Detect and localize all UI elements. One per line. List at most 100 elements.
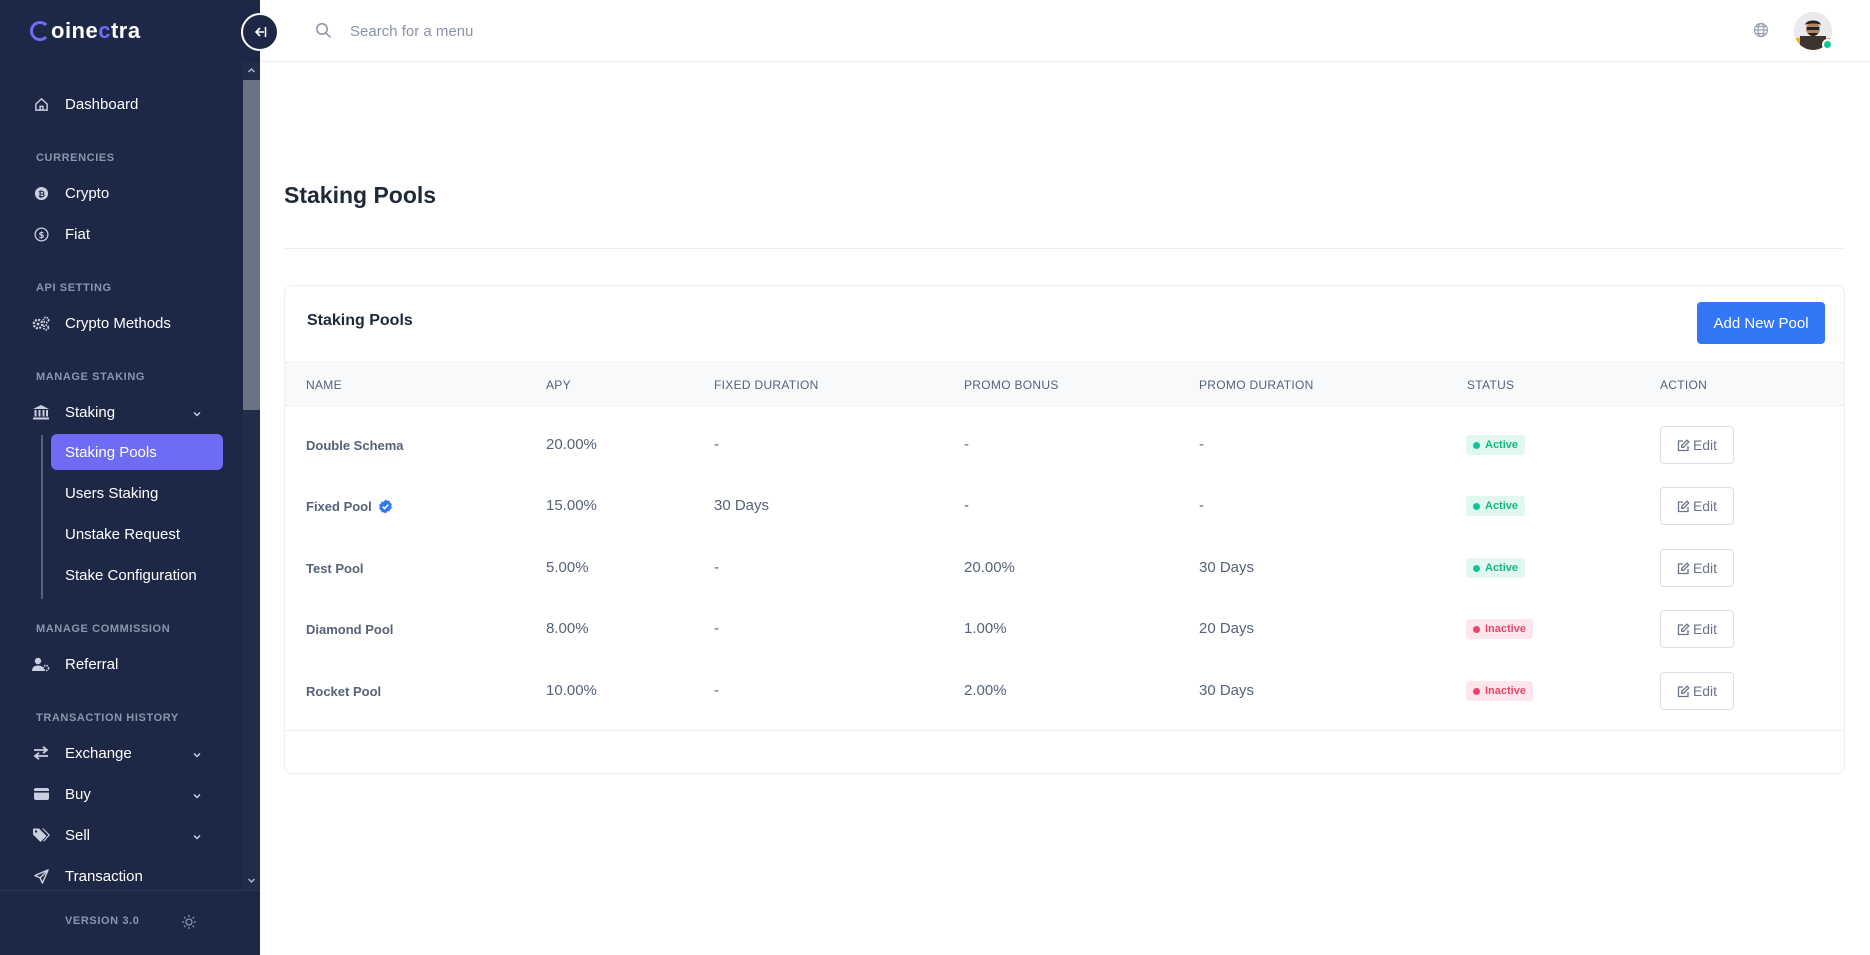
chevron-down-icon: [192, 829, 202, 846]
column-header-action: ACTION: [1660, 378, 1708, 392]
avatar[interactable]: [1794, 12, 1833, 50]
section-transaction-history: TRANSACTION HISTORY: [36, 712, 179, 724]
pool-promo-bonus: 2.00%: [964, 682, 1007, 699]
page-title: Staking Pools: [284, 182, 437, 208]
edit-label: Edit: [1692, 560, 1718, 576]
scroll-down-icon[interactable]: [247, 876, 256, 885]
chevron-down-icon: [192, 747, 202, 764]
edit-button[interactable]: Edit: [1660, 549, 1734, 587]
section-manage-staking: MANAGE STAKING: [36, 371, 146, 383]
edit-icon: [1677, 561, 1690, 574]
card-title: Staking Pools: [307, 312, 413, 329]
column-header-promo-duration: PROMO DURATION: [1199, 378, 1314, 392]
sidebar-item-fiat[interactable]: $ Fiat: [32, 216, 90, 252]
column-header-fixed-duration: FIXED DURATION: [714, 378, 819, 392]
brand-logo[interactable]: oine c tra: [30, 17, 141, 45]
sidebar-item-referral[interactable]: Referral: [32, 646, 118, 682]
sidebar-collapse-button[interactable]: [241, 13, 279, 51]
pool-name: Fixed Pool: [306, 499, 393, 514]
table-row: Fixed Pool 15.00% 30 Days - - Active Edi…: [285, 475, 1844, 537]
pool-fixed-duration: 30 Days: [714, 497, 770, 514]
sidebar-nav: Dashboard CURRENCIES ₿ Crypto $ Fiat API…: [0, 62, 260, 890]
table-row: Double Schema 20.00% - - - Active Edit: [285, 414, 1844, 476]
sidebar-item-buy[interactable]: Buy: [32, 776, 212, 812]
sidebar-item-sell[interactable]: Sell: [32, 817, 212, 853]
edit-button[interactable]: Edit: [1660, 426, 1734, 464]
section-currencies: CURRENCIES: [36, 152, 115, 164]
sidebar-item-label: Fiat: [65, 225, 91, 243]
status-text: Active: [1485, 562, 1519, 574]
logo-icon: [30, 21, 50, 41]
edit-label: Edit: [1692, 621, 1718, 637]
table-row: Test Pool 5.00% - 20.00% 30 Days Active …: [285, 537, 1844, 599]
pool-name: Diamond Pool: [306, 622, 393, 637]
online-status-dot: [1822, 39, 1833, 50]
edit-button[interactable]: Edit: [1660, 672, 1734, 710]
theme-toggle-sun-icon[interactable]: [181, 914, 197, 930]
submenu-rail: [41, 435, 43, 599]
add-new-pool-button[interactable]: Add New Pool: [1697, 302, 1825, 344]
sidebar-item-crypto-methods[interactable]: Crypto Methods: [32, 305, 171, 341]
sidebar-scrollbar[interactable]: [243, 62, 260, 890]
pool-apy: 15.00%: [546, 497, 597, 514]
verified-badge-icon: [378, 499, 392, 514]
pool-name: Test Pool: [306, 561, 364, 576]
pool-promo-duration: 30 Days: [1199, 559, 1255, 576]
sidebar-item-transaction[interactable]: Transaction: [32, 858, 143, 890]
sidebar-item-label: Buy: [65, 785, 91, 803]
brand-accent: c: [98, 18, 111, 43]
search-input[interactable]: [350, 17, 770, 45]
sidebar-item-crypto[interactable]: ₿ Crypto: [32, 175, 109, 211]
globe-icon[interactable]: [1753, 22, 1771, 40]
status-badge: Active: [1466, 558, 1526, 578]
pool-promo-bonus: 20.00%: [964, 559, 1015, 576]
edit-button[interactable]: Edit: [1660, 487, 1734, 525]
top-header: [260, 0, 1870, 62]
status-text: Inactive: [1485, 623, 1526, 635]
sidebar-item-exchange[interactable]: Exchange: [32, 735, 212, 771]
sidebar-subitem-staking-pools[interactable]: Staking Pools: [51, 434, 223, 470]
table-header: NAME APY FIXED DURATION PROMO BONUS PROM…: [285, 362, 1844, 406]
status-dot: [1473, 687, 1480, 695]
pool-apy: 5.00%: [546, 559, 589, 576]
status-dot: [1473, 564, 1480, 572]
status-badge: Inactive: [1466, 681, 1533, 701]
column-header-promo-bonus: PROMO BONUS: [964, 378, 1059, 392]
pool-promo-bonus: 1.00%: [964, 620, 1007, 637]
scroll-up-icon[interactable]: [247, 66, 256, 75]
pool-fixed-duration: -: [714, 620, 719, 637]
sidebar-subitem-users-staking[interactable]: Users Staking: [51, 475, 223, 511]
scrollbar-thumb[interactable]: [243, 80, 260, 410]
table-row: Diamond Pool 8.00% - 1.00% 20 Days Inact…: [285, 598, 1844, 660]
sidebar-subitem-unstake-request[interactable]: Unstake Request: [51, 516, 223, 552]
pool-apy: 8.00%: [546, 620, 589, 637]
pool-apy: 10.00%: [546, 682, 597, 699]
sidebar-subitem-stake-configuration[interactable]: Stake Configuration: [51, 557, 223, 593]
sidebar-item-dashboard[interactable]: Dashboard: [32, 86, 138, 122]
edit-button[interactable]: Edit: [1660, 610, 1734, 648]
staking-pools-card: Staking Pools Add New Pool NAME APY FIXE…: [284, 285, 1845, 774]
pool-name: Double Schema: [306, 438, 404, 453]
pool-fixed-duration: -: [714, 559, 719, 576]
bitcoin-icon: ₿: [32, 184, 50, 202]
edit-label: Edit: [1692, 683, 1718, 699]
pool-name-text: Test Pool: [306, 561, 364, 576]
tags-icon: [32, 826, 50, 844]
svg-text:₿: ₿: [38, 188, 45, 198]
status-dot: [1473, 625, 1480, 633]
sidebar-item-label: Staking: [65, 403, 116, 421]
column-header-apy: APY: [546, 378, 571, 392]
sidebar-item-label: Transaction: [65, 867, 143, 885]
sidebar: oine c tra Dashboard CURRENCIES ₿ Crypto $…: [0, 0, 260, 955]
edit-icon: [1677, 684, 1690, 697]
sidebar-item-label: Referral: [65, 655, 119, 673]
column-header-name: NAME: [306, 378, 342, 392]
gears-icon: [32, 314, 50, 332]
sidebar-item-label: Exchange: [65, 744, 132, 762]
column-header-status: STATUS: [1467, 378, 1515, 392]
status-badge: Active: [1466, 435, 1526, 455]
sidebar-item-staking[interactable]: Staking: [32, 394, 212, 430]
pool-apy: 20.00%: [546, 436, 597, 453]
status-text: Active: [1485, 439, 1519, 451]
sidebar-item-label: Dashboard: [65, 95, 139, 113]
